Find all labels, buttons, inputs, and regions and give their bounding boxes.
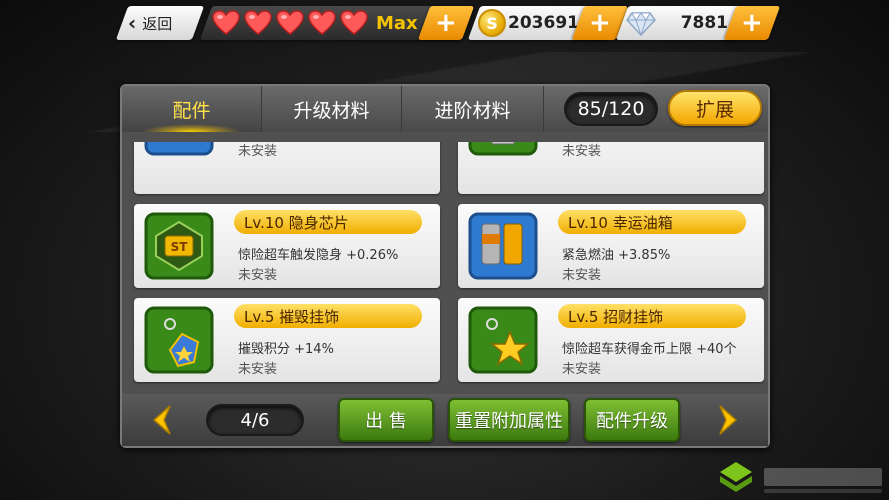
part-card[interactable]: ST Lv.10 隐身芯片惊险超车触发隐身 +0.26% 未安装 [134, 204, 440, 288]
top-bar: ‹ 返回 Max + S 2036919 + 7881 + [0, 0, 889, 42]
part-effect: 紧急燃油 +3.85% [562, 248, 671, 263]
part-effect: 惊险超车获得金币上限 +40个 [562, 342, 737, 357]
part-card[interactable]: 紧急燃油 +6.09%未安装 [134, 142, 440, 194]
fuel-can-icon [468, 212, 538, 280]
part-status: 未安装 [238, 362, 278, 377]
prev-page-arrow-icon[interactable] [150, 404, 174, 436]
stealth-chip-icon: ST [144, 212, 214, 280]
parts-list[interactable]: 紧急燃油 +6.09%未安装里程积分 +22%未安装 ST Lv.10 隐身芯片惊险… [128, 142, 764, 392]
part-effect: 摧毁积分 +14% [238, 342, 334, 357]
part-level-name: Lv.5 摧毁挂饰 [234, 304, 422, 328]
part-effect: 惊险超车触发隐身 +0.26% [238, 248, 399, 263]
part-status: 未安装 [562, 268, 602, 283]
watermark-logo [720, 462, 882, 493]
part-status: 未安装 [562, 144, 602, 159]
lives-max-label: Max [376, 12, 418, 34]
heart-icon [340, 10, 368, 35]
tab-parts[interactable]: 配件 [122, 86, 262, 132]
part-card[interactable]: Lv.5 招财挂饰惊险超车获得金币上限 +40个 未安装 [458, 298, 764, 382]
gems-value: 7881 [680, 13, 728, 33]
heart-icon [244, 10, 272, 35]
heart-icon [308, 10, 336, 35]
reset-attributes-button[interactable]: 重置附加属性 [448, 398, 570, 442]
heart-icon [276, 10, 304, 35]
part-level-name: Lv.10 隐身芯片 [234, 210, 422, 234]
page-indicator: 4/6 [206, 404, 304, 436]
sell-button[interactable]: 出 售 [338, 398, 434, 442]
expand-button[interactable]: 扩展 [668, 90, 762, 126]
upgrade-part-button[interactable]: 配件升级 [584, 398, 680, 442]
inventory-panel: 配件 升级材料 进阶材料 85/120 扩展 紧急燃油 +6.09%未安装里程积… [120, 84, 770, 448]
shield-charm-icon [144, 306, 214, 374]
star-charm-icon [468, 306, 538, 374]
part-status: 未安装 [562, 362, 602, 377]
diamond-icon [626, 12, 656, 37]
part-status: 未安装 [238, 144, 278, 159]
next-page-arrow-icon[interactable] [716, 404, 740, 436]
back-button[interactable]: ‹ 返回 [115, 6, 205, 40]
capacity-counter: 85/120 [564, 92, 658, 126]
plus-icon: + [741, 8, 763, 38]
part-card[interactable]: 里程积分 +22%未安装 [458, 142, 764, 194]
svg-text:ST: ST [171, 240, 189, 254]
part-card[interactable]: Lv.5 摧毁挂饰摧毁积分 +14% 未安装 [134, 298, 440, 382]
bottom-bar: 4/6 出 售 重置附加属性 配件升级 [122, 394, 768, 446]
part-status: 未安装 [238, 268, 278, 283]
part-level-name: Lv.10 幸运油箱 [558, 210, 746, 234]
plus-icon: + [435, 8, 457, 38]
chevron-left-icon: ‹ [128, 11, 137, 35]
coin-icon: S [478, 9, 506, 37]
back-label: 返回 [142, 14, 173, 33]
plus-icon: + [589, 8, 611, 38]
part-card[interactable]: Lv.10 幸运油箱紧急燃油 +3.85% 未安装 [458, 204, 764, 288]
fuel-can-icon [144, 142, 214, 156]
tab-upgrade-materials[interactable]: 升级材料 [262, 86, 402, 132]
heart-icon [212, 10, 240, 35]
part-level-name: Lv.5 招财挂饰 [558, 304, 746, 328]
wings-badge-icon [468, 142, 538, 156]
tab-advance-materials[interactable]: 进阶材料 [402, 86, 544, 132]
